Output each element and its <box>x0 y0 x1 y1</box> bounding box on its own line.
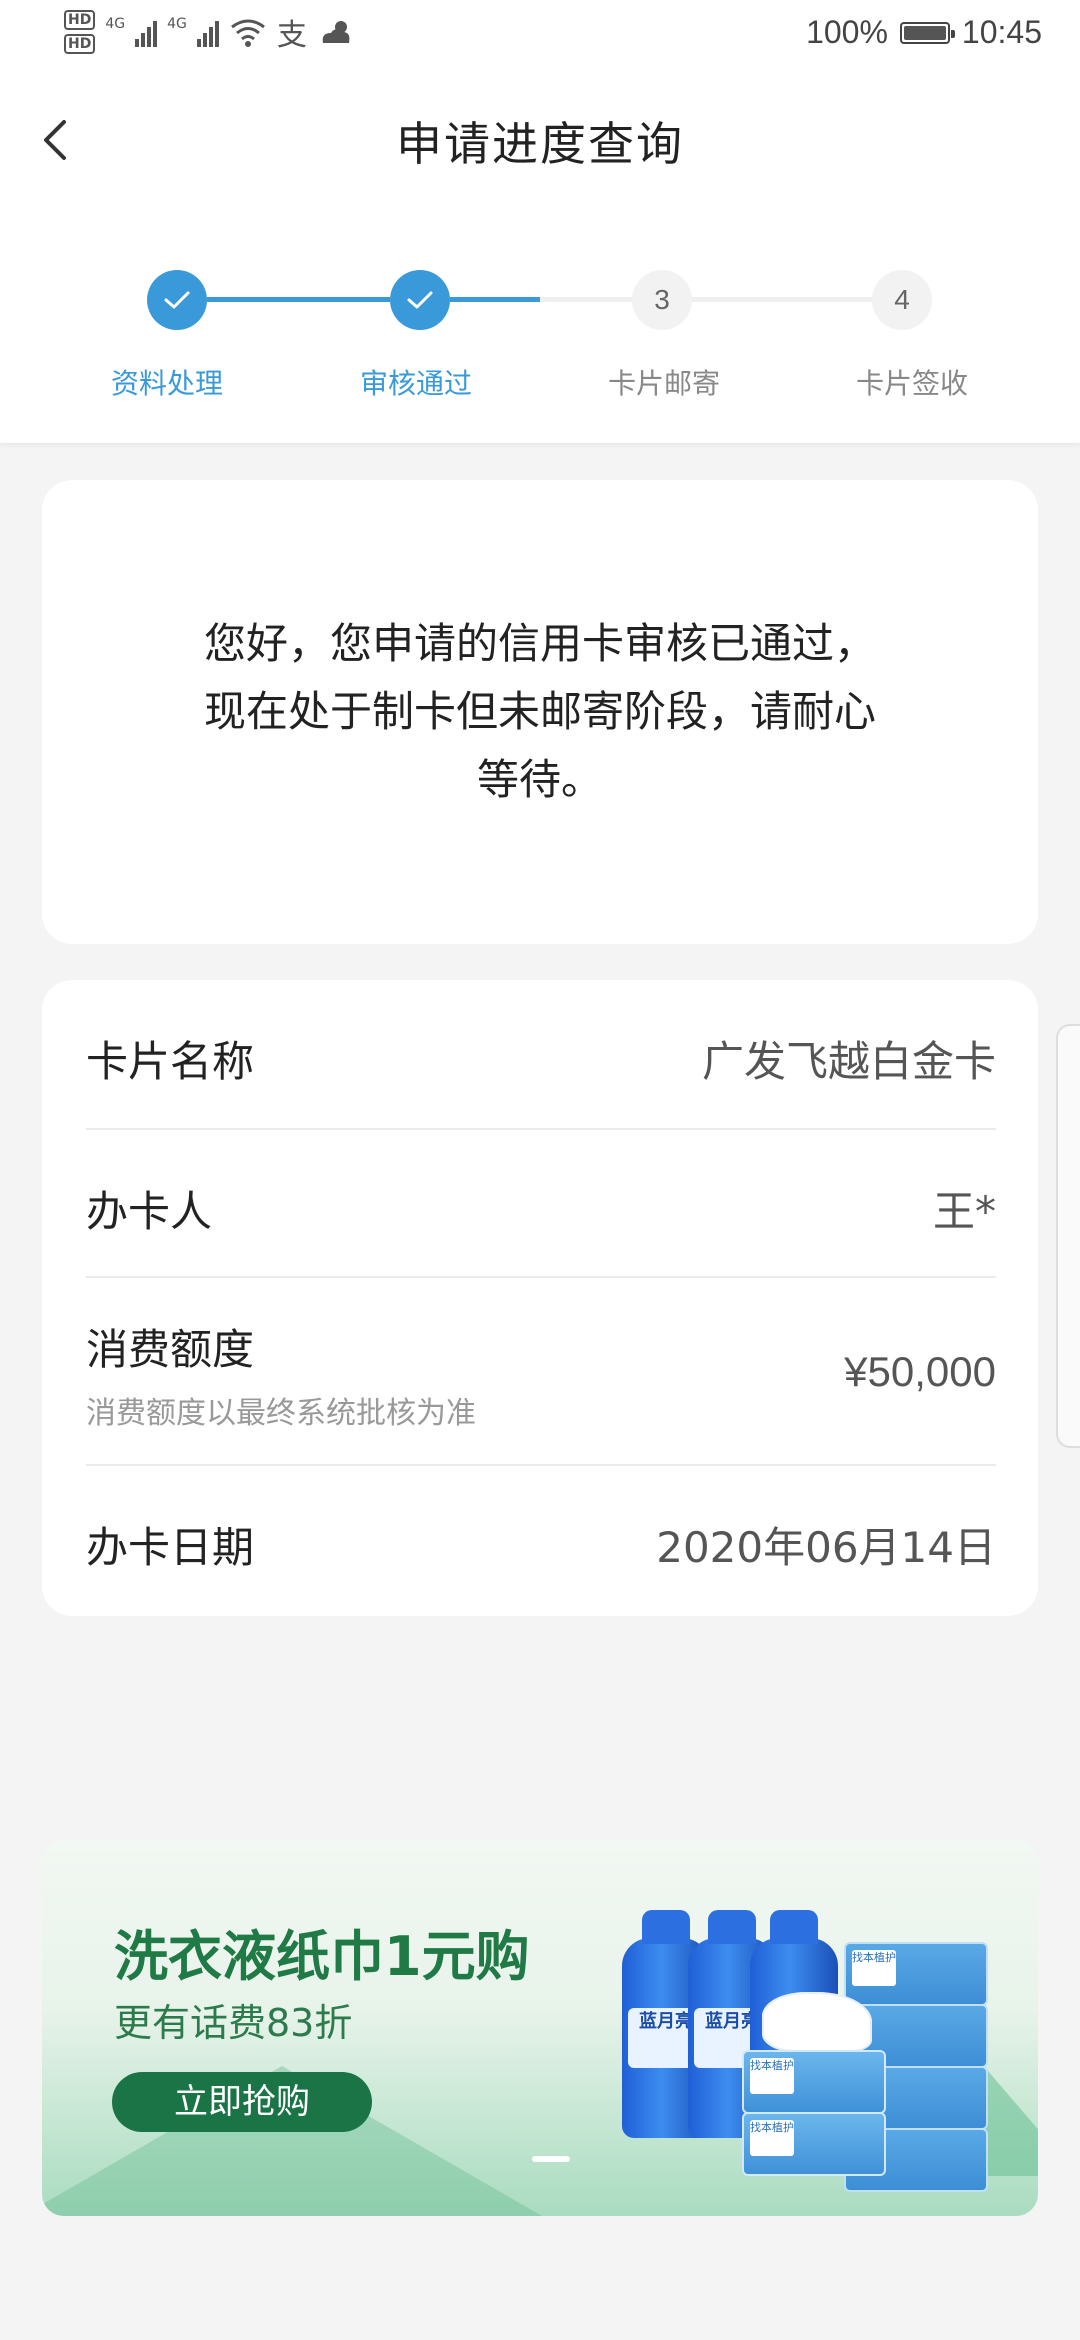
row-limit: 消费额度 消费额度以最终系统批核为准 ¥50,000 <box>86 1278 996 1466</box>
limit-note: 消费额度以最终系统批核为准 <box>86 1396 476 1431</box>
signal-icon-1 <box>135 17 158 47</box>
row-holder: 办卡人 王* <box>86 1130 996 1278</box>
card-name-value: 广发飞越白金卡 <box>701 1037 996 1086</box>
holder-value: 王* <box>932 1187 996 1236</box>
date-label: 办卡日期 <box>86 1523 255 1572</box>
carousel-indicator <box>532 2156 570 2162</box>
promo-banner[interactable]: 洗衣液纸巾1元购 更有话费83折 立即抢购 蓝月亮 蓝月亮 找本植护 找本植护 … <box>42 1840 1038 2216</box>
battery-icon <box>899 21 955 44</box>
battery-percent: 100% <box>806 14 888 50</box>
network-type-1: 4G <box>105 16 126 32</box>
step-4-label: 卡片签收 <box>855 367 968 400</box>
step-connector-3 <box>692 297 872 302</box>
step-4-circle: 4 <box>872 270 932 330</box>
limit-value: ¥50,000 <box>844 1348 996 1395</box>
clock: 10:45 <box>961 14 1042 50</box>
side-drawer-handle[interactable] <box>1056 1024 1080 1448</box>
step-3-label: 卡片邮寄 <box>607 367 720 400</box>
step-1-label: 资料处理 <box>110 367 223 400</box>
date-value: 2020年06月14日 <box>656 1523 996 1572</box>
tissue-box-front: 找本植护 <box>742 2112 886 2176</box>
product-image: 蓝月亮 蓝月亮 找本植护 找本植护 找本植护 <box>622 1900 1022 2200</box>
signal-icon-2 <box>196 17 219 47</box>
wifi-icon <box>230 19 265 47</box>
status-message-card: 您好，您申请的信用卡审核已通过，现在处于制卡但未邮寄阶段，请耐心等待。 <box>42 480 1038 944</box>
status-message: 您好，您申请的信用卡审核已通过，现在处于制卡但未邮寄阶段，请耐心等待。 <box>203 619 876 804</box>
hd-icon-2: HD <box>64 34 96 54</box>
network-type-2: 4G <box>167 16 187 32</box>
buy-now-button[interactable]: 立即抢购 <box>112 2072 372 2132</box>
tissue-puff <box>762 1992 872 2052</box>
check-icon <box>407 291 433 309</box>
alipay-icon: 支 <box>276 18 307 53</box>
tissue-box: 找本植护 <box>844 1942 988 2006</box>
weather-icon <box>322 21 350 43</box>
step-connector-2a <box>450 297 540 302</box>
page-title: 申请进度查询 <box>396 117 684 171</box>
step-connector-2b <box>540 297 632 302</box>
battery-fill <box>903 25 946 40</box>
step-connector-1 <box>207 297 390 302</box>
row-date: 办卡日期 2020年06月14日 <box>86 1466 996 1616</box>
status-left: HD HD 4G 4G 支 <box>64 10 355 54</box>
step-1-circle <box>147 270 207 330</box>
card-name-label: 卡片名称 <box>86 1037 255 1086</box>
hd-icon-1: HD <box>64 10 96 30</box>
row-card-name: 卡片名称 广发飞越白金卡 <box>86 980 996 1130</box>
step-2-circle <box>390 270 450 330</box>
step-3-circle: 3 <box>632 270 692 330</box>
holder-label: 办卡人 <box>86 1187 213 1236</box>
check-icon <box>164 291 190 309</box>
progress-stepper: 3 4 资料处理 审核通过 卡片邮寄 卡片签收 <box>0 270 1080 410</box>
banner-title: 洗衣液纸巾1元购 <box>114 1925 530 1988</box>
card-info-panel: 卡片名称 广发飞越白金卡 办卡人 王* 消费额度 消费额度以最终系统批核为准 ¥… <box>42 980 1038 1616</box>
hd-indicators: HD HD <box>64 10 96 54</box>
limit-label: 消费额度 <box>86 1325 255 1374</box>
banner-subtitle: 更有话费83折 <box>114 2001 353 2045</box>
step-2-label: 审核通过 <box>359 367 472 400</box>
tissue-box-front: 找本植护 <box>742 2050 886 2114</box>
status-right: 100% 10:45 <box>806 14 1042 51</box>
status-bar: HD HD 4G 4G 支 100% 10:45 <box>0 0 1080 78</box>
